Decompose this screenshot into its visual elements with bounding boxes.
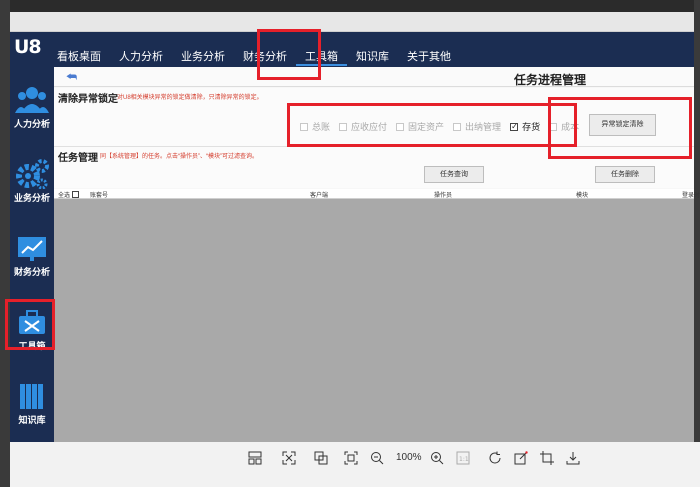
zoom-in-icon[interactable] — [430, 451, 444, 465]
nav-hr[interactable]: 人力分析 — [110, 42, 172, 66]
sidebar-label-hr: 人力分析 — [13, 119, 50, 129]
gears-icon — [16, 159, 49, 189]
task-query-button[interactable]: 任务查询 — [424, 166, 484, 183]
sidebar-item-finance[interactable]: 财务分析 — [10, 225, 54, 299]
nav-business[interactable]: 业务分析 — [172, 42, 234, 66]
task-delete-button[interactable]: 任务删除 — [595, 166, 655, 183]
table-header: 全选 账套号 客户端 操作员 模块 登录时 — [54, 189, 700, 199]
nav-kanban[interactable]: 看板桌面 — [48, 42, 110, 66]
fit-screen-icon[interactable] — [282, 451, 296, 465]
col-client: 客户端 — [310, 193, 329, 199]
window-right-strip — [694, 0, 700, 487]
top-nav: 看板桌面 人力分析 业务分析 财务分析 工具箱 知识库 关于其他 — [48, 42, 460, 66]
svg-text:1:1: 1:1 — [459, 456, 469, 463]
nav-about[interactable]: 关于其他 — [398, 42, 460, 66]
select-all-label: 全选 — [58, 193, 71, 199]
col-account: 账套号 — [90, 193, 109, 199]
edit-icon[interactable] — [514, 451, 528, 465]
sidebar-label-business: 业务分析 — [13, 193, 50, 203]
col-operator[interactable]: 操作员 — [434, 190, 452, 199]
sidebar-label-knowledge: 知识库 — [18, 415, 46, 425]
sidebar: 人力分析 业务分析 财务分析 工具箱 知识库 — [10, 67, 54, 442]
rotate-icon[interactable] — [488, 451, 502, 465]
u8-logo: U8 — [14, 36, 42, 58]
header-top-band — [10, 12, 694, 32]
select-all-checkbox[interactable] — [72, 191, 80, 198]
window-left-strip — [0, 0, 10, 487]
sidebar-item-knowledge[interactable]: 知识库 — [10, 373, 54, 447]
nav-knowledge[interactable]: 知识库 — [347, 42, 398, 66]
clear-lock-note: 对U8相关模块异常的锁定做清除，只清除异常的锁定。 — [117, 95, 263, 101]
page-title: 任务进程管理 — [514, 73, 587, 87]
viewer-toolbar: 100% 1:1 — [10, 442, 700, 487]
one-to-one-icon[interactable]: 1:1 — [456, 451, 470, 465]
highlight-sidebar-toolbox — [5, 299, 55, 350]
books-icon — [20, 384, 43, 409]
sidebar-item-hr[interactable]: 人力分析 — [10, 77, 54, 151]
zoom-level: 100% — [396, 452, 422, 463]
crop-icon[interactable] — [540, 451, 554, 465]
compare-icon[interactable] — [314, 451, 328, 465]
layout-icon[interactable] — [248, 451, 262, 465]
chart-icon — [18, 237, 46, 261]
task-note: 同【系统管理】的任务。点击“操作员”、“模块”可过滤查询。 — [100, 154, 258, 160]
task-grid — [54, 199, 694, 442]
app-screen: U8 看板桌面 人力分析 业务分析 财务分析 工具箱 知识库 关于其他 人力分析… — [0, 0, 700, 487]
sidebar-item-business[interactable]: 业务分析 — [10, 151, 54, 225]
highlight-clear-button — [548, 97, 692, 159]
task-title: 任务管理 — [58, 153, 98, 164]
window-top-strip — [0, 0, 700, 12]
highlight-modules — [287, 103, 577, 147]
highlight-nav-toolbox — [257, 29, 321, 80]
download-icon[interactable] — [566, 451, 580, 465]
zoom-out-icon[interactable] — [370, 451, 384, 465]
col-login-time: 登录时 — [682, 193, 700, 199]
title-bar: ⮪ 任务进程管理 — [54, 67, 694, 87]
back-arrow-icon[interactable]: ⮪ — [66, 70, 77, 85]
select-all[interactable]: 全选 — [58, 190, 80, 199]
col-module[interactable]: 模块 — [576, 190, 588, 199]
actual-size-icon[interactable] — [344, 451, 358, 465]
sidebar-label-finance: 财务分析 — [13, 267, 50, 277]
people-icon — [15, 87, 49, 113]
clear-lock-title: 清除异常锁定 — [58, 94, 118, 105]
